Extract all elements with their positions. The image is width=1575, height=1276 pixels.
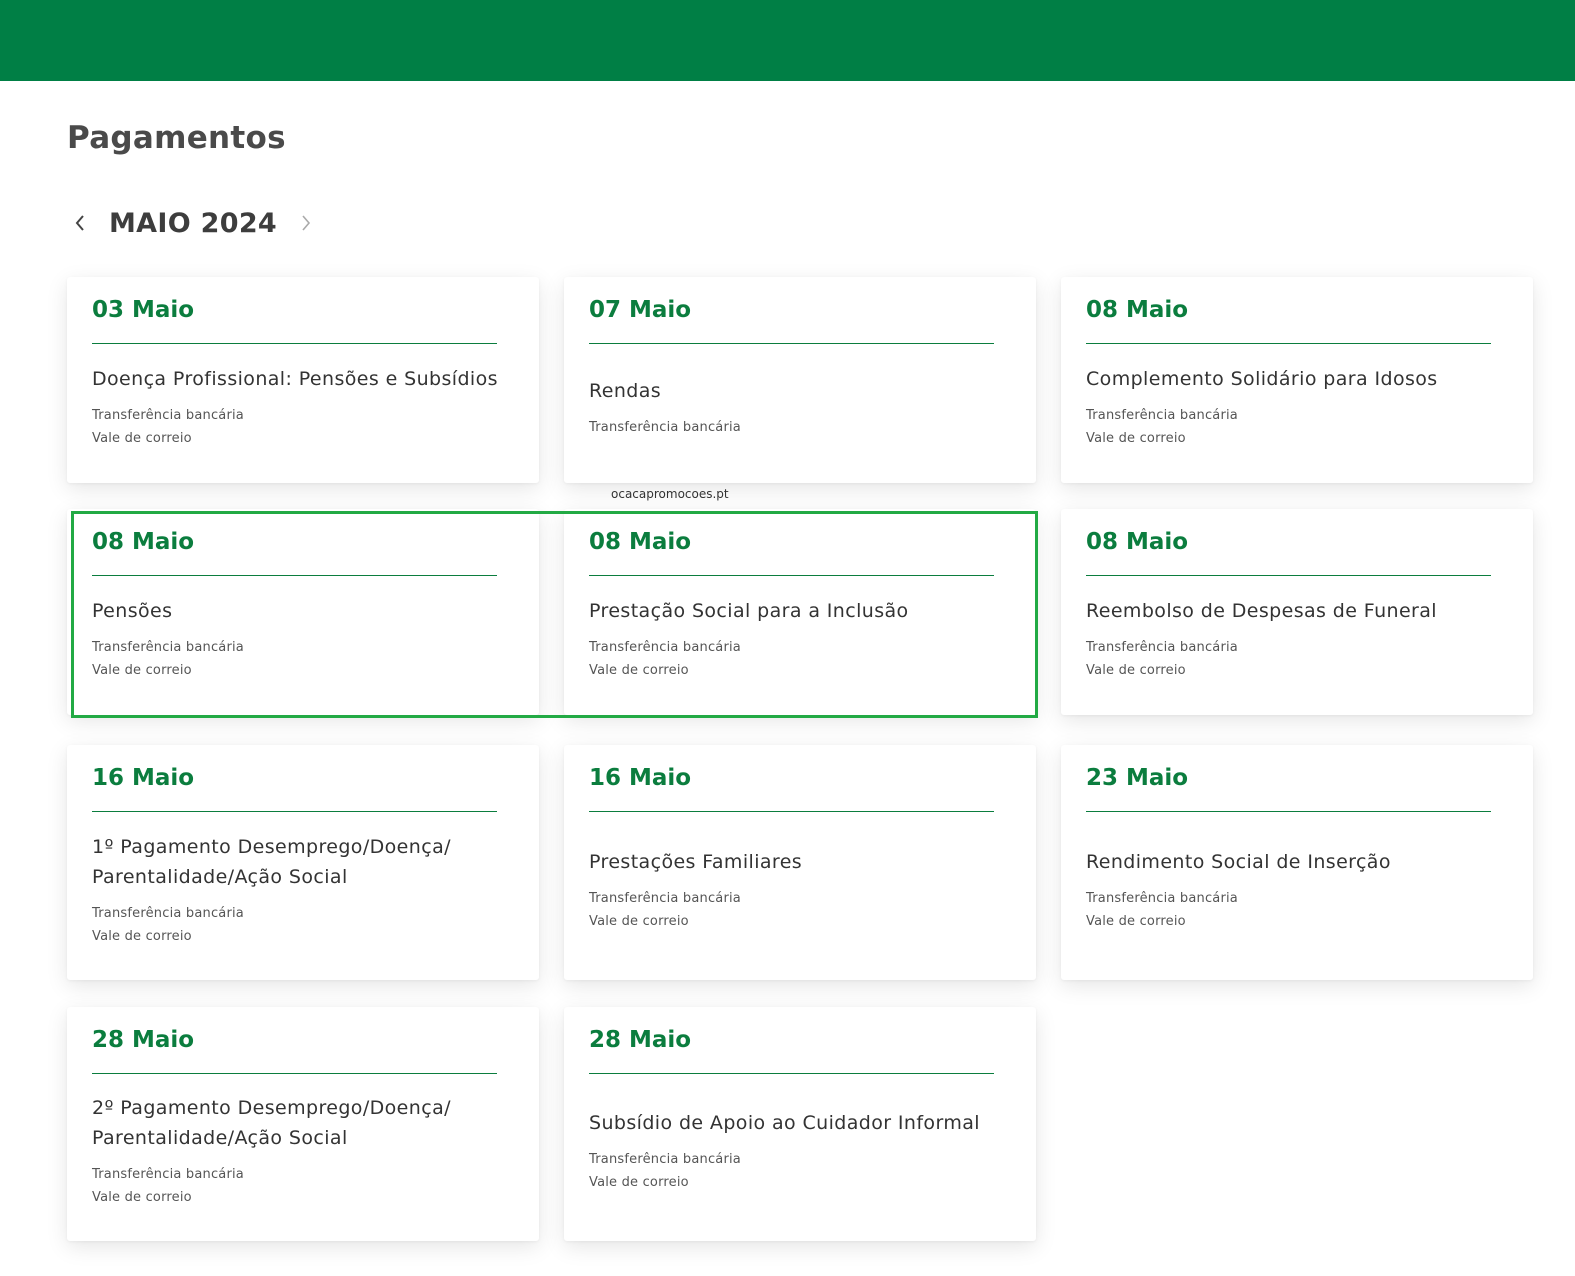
payment-method: Transferência bancária	[589, 890, 741, 906]
payment-method: Vale de correio	[589, 663, 689, 678]
payment-card[interactable]: 08 Maio Prestação Social para a Inclusão…	[564, 509, 1036, 715]
payment-method: Vale de correio	[1086, 663, 1186, 678]
chevron-right-icon[interactable]	[293, 203, 319, 243]
payment-method: Transferência bancária	[92, 1167, 244, 1182]
payment-card[interactable]: 03 Maio Doença Profissional: Pensões e S…	[67, 277, 539, 483]
payment-name: Rendimento Social de Inserção	[1086, 850, 1391, 873]
payment-date: 16 Maio	[92, 765, 195, 791]
page-title: Pagamentos	[67, 120, 286, 156]
payment-date: 08 Maio	[92, 529, 195, 555]
payment-card[interactable]: 16 Maio 1º Pagamento Desemprego/Doença/ …	[67, 745, 539, 980]
payment-card[interactable]: 08 Maio Reembolso de Despesas de Funeral…	[1061, 509, 1533, 715]
month-navigation: MAIO 2024	[67, 203, 319, 243]
payment-card[interactable]: 07 Maio Rendas Transferência bancária	[564, 277, 1036, 483]
payment-card[interactable]: 28 Maio 2º Pagamento Desemprego/Doença/ …	[67, 1007, 539, 1241]
payment-method: Vale de correio	[1086, 431, 1186, 446]
payment-date: 03 Maio	[92, 297, 195, 323]
payment-name: Complemento Solidário para Idosos	[1086, 368, 1438, 390]
payment-method: Vale de correio	[92, 1190, 192, 1205]
payment-method: Transferência bancária	[92, 408, 244, 423]
payment-date: 23 Maio	[1086, 765, 1189, 791]
payment-method: Vale de correio	[589, 913, 689, 929]
payment-name: 1º Pagamento Desemprego/Doença/ Parental…	[92, 835, 451, 888]
payment-method: Vale de correio	[92, 928, 192, 944]
payment-name: Doença Profissional: Pensões e Subsídios	[92, 368, 498, 390]
payment-name: Pensões	[92, 600, 173, 622]
payment-method: Vale de correio	[1086, 913, 1186, 929]
payment-date: 08 Maio	[1086, 529, 1189, 555]
payment-name: Reembolso de Despesas de Funeral	[1086, 600, 1437, 622]
payment-date: 08 Maio	[589, 529, 692, 555]
payment-method: Vale de correio	[92, 663, 192, 678]
payment-name: 2º Pagamento Desemprego/Doença/ Parental…	[92, 1097, 451, 1149]
payment-name: Prestação Social para a Inclusão	[589, 600, 909, 622]
payment-card[interactable]: 28 Maio Subsídio de Apoio ao Cuidador In…	[564, 1007, 1036, 1241]
payment-name: Rendas	[589, 379, 662, 402]
payment-method: Transferência bancária	[589, 640, 741, 655]
top-header-bar	[0, 0, 1575, 81]
payment-date: 28 Maio	[589, 1027, 692, 1053]
payment-date: 16 Maio	[589, 765, 692, 791]
payment-card[interactable]: 08 Maio Pensões Transferência bancária V…	[67, 509, 539, 715]
current-month-label: MAIO 2024	[109, 207, 278, 239]
payment-method: Transferência bancária	[1086, 408, 1238, 423]
payment-method: Transferência bancária	[589, 1152, 741, 1167]
payment-card[interactable]: 08 Maio Complemento Solidário para Idoso…	[1061, 277, 1533, 483]
payment-method: Transferência bancária	[1086, 890, 1238, 906]
payment-card[interactable]: 16 Maio Prestações Familiares Transferên…	[564, 745, 1036, 980]
payment-method: Transferência bancária	[92, 640, 244, 655]
payment-method: Transferência bancária	[92, 905, 244, 921]
payment-card[interactable]: 23 Maio Rendimento Social de Inserção Tr…	[1061, 745, 1533, 980]
payment-date: 28 Maio	[92, 1027, 195, 1053]
chevron-left-icon[interactable]	[67, 203, 93, 243]
payment-date: 07 Maio	[589, 297, 692, 323]
payment-name: Subsídio de Apoio ao Cuidador Informal	[589, 1112, 980, 1134]
payment-method: Transferência bancária	[1086, 640, 1238, 655]
payment-method: Transferência bancária	[589, 419, 741, 435]
payment-method: Vale de correio	[92, 431, 192, 446]
watermark-text: ocacapromocoes.pt	[611, 487, 729, 501]
payment-date: 08 Maio	[1086, 297, 1189, 323]
payment-name: Prestações Familiares	[589, 850, 803, 873]
payment-method: Vale de correio	[589, 1175, 689, 1190]
